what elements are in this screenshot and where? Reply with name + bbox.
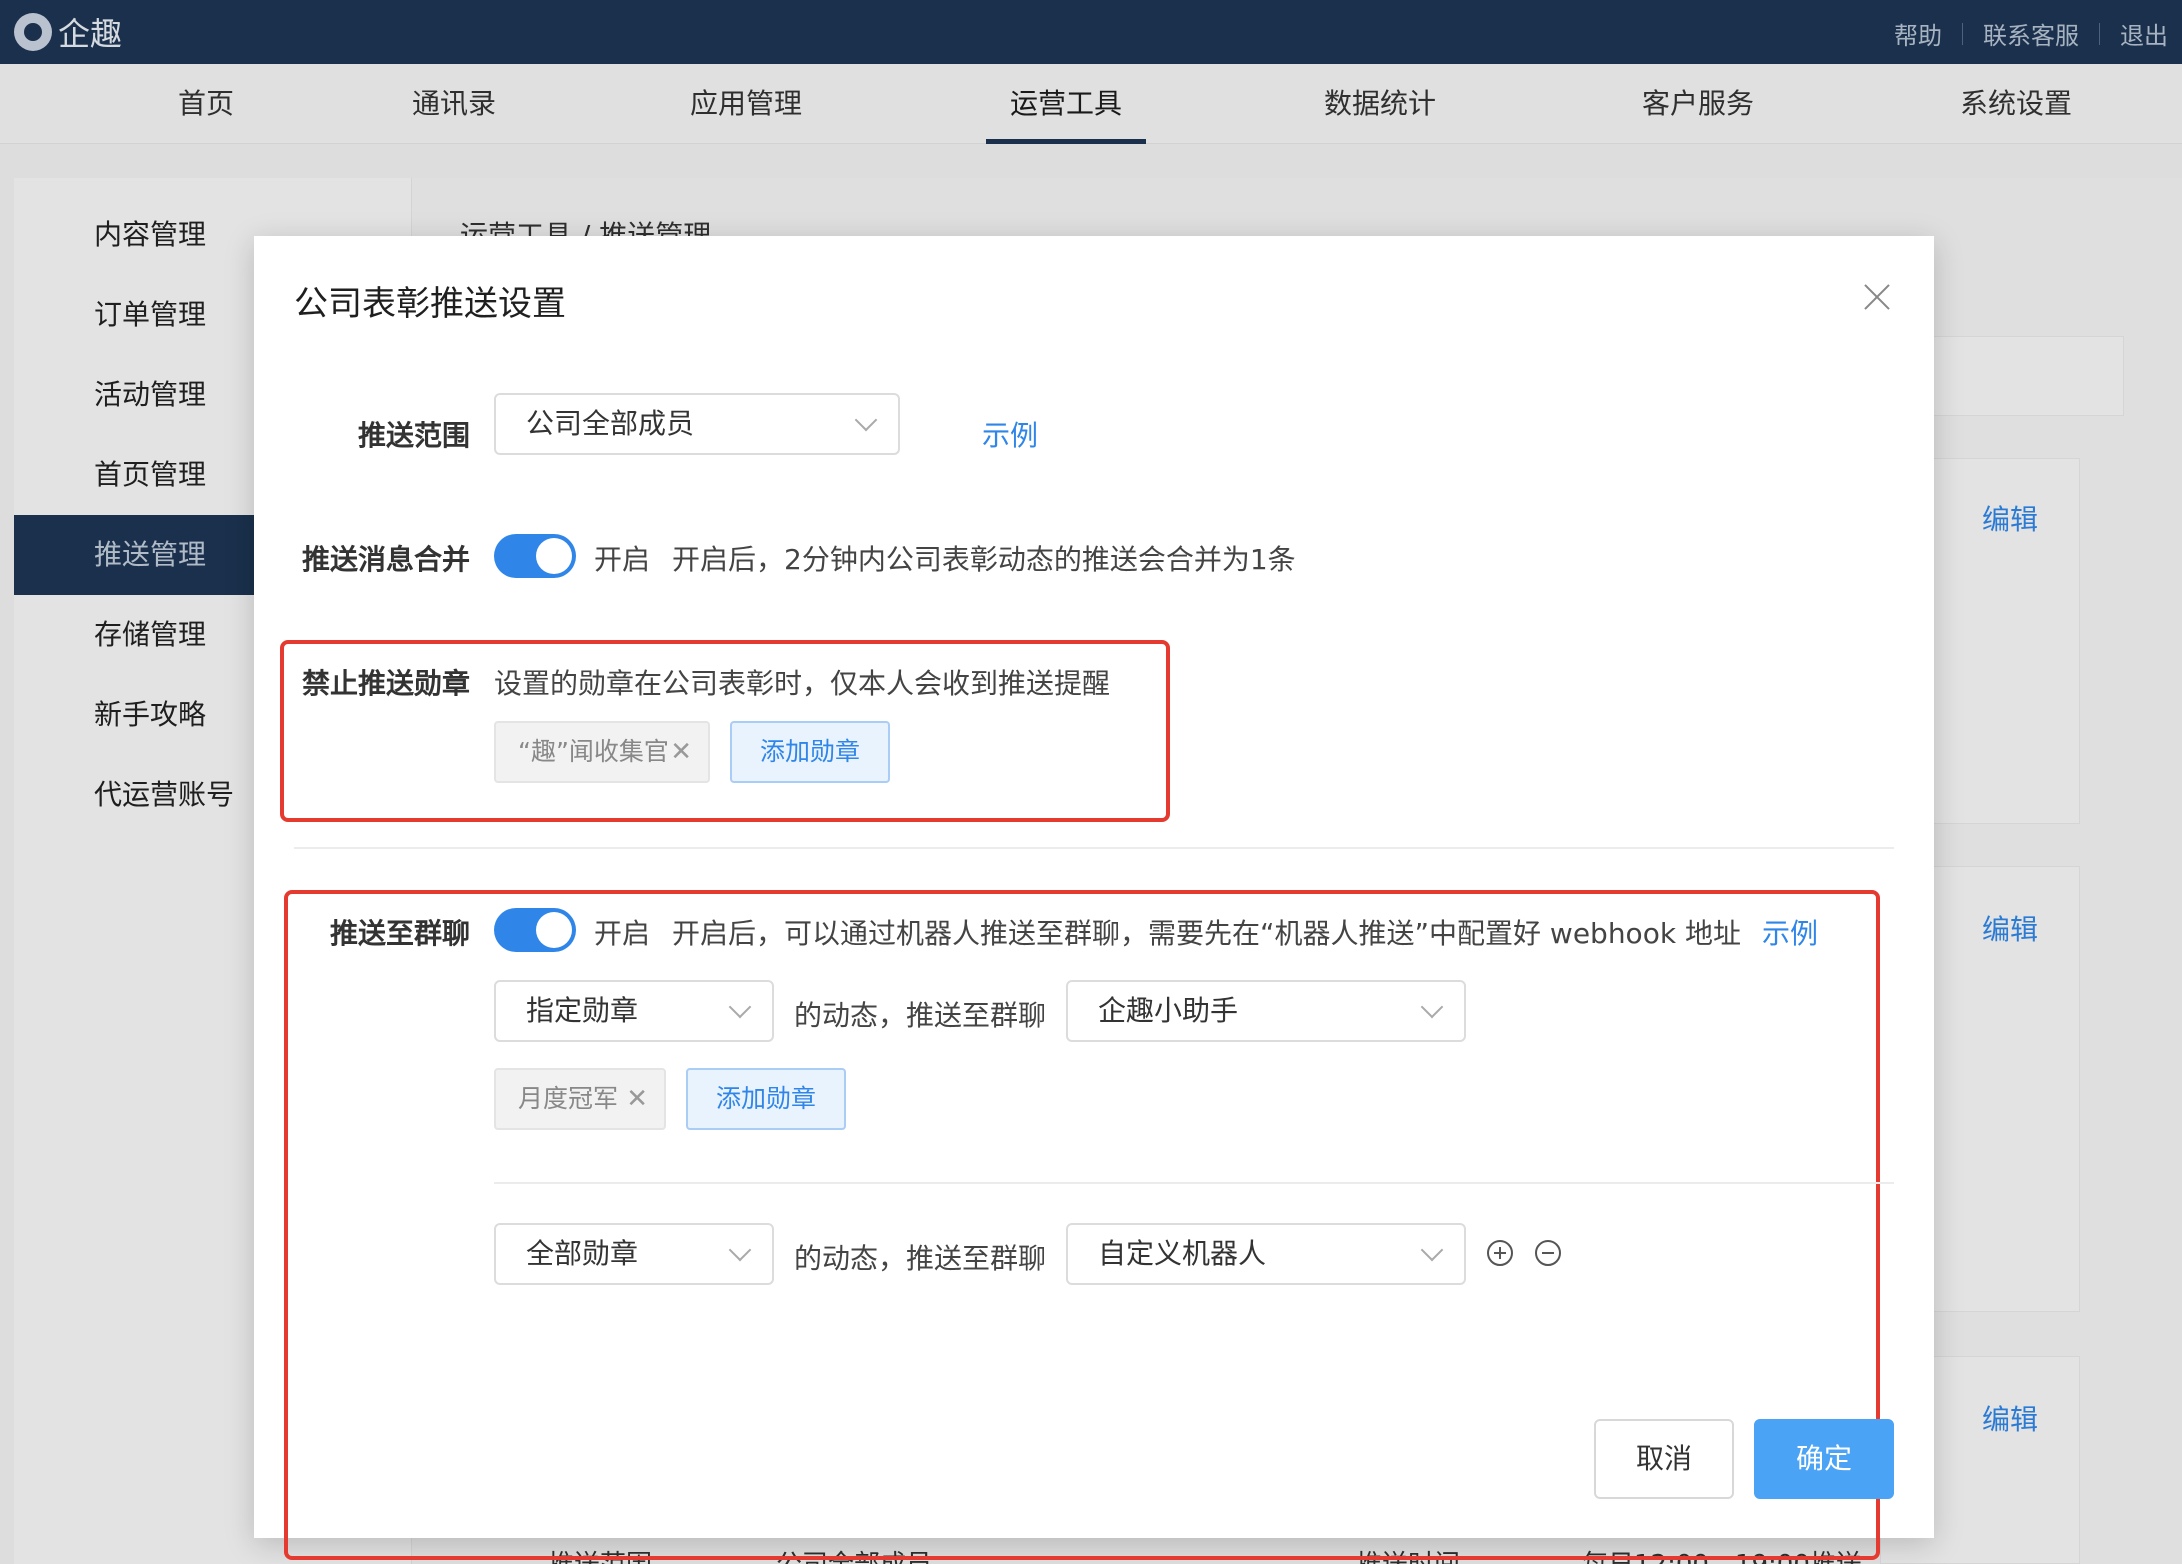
chevron-down-icon bbox=[1420, 995, 1444, 1019]
robot-value: 自定义机器人 bbox=[1098, 1237, 1267, 1270]
merge-label: 推送消息合并 bbox=[301, 543, 470, 576]
rule-divider bbox=[494, 1182, 1894, 1184]
chevron-down-icon bbox=[854, 408, 878, 432]
push-settings-modal: 公司表彰推送设置 推送范围 公司全部成员 示例 推送消息合并 开启 开启后，2分… bbox=[254, 236, 1934, 1560]
add-badge-button[interactable]: 添加勋章 bbox=[730, 721, 890, 783]
badge-tag: 月度冠军 ✕ bbox=[494, 1068, 666, 1130]
remove-rule-icon[interactable] bbox=[1535, 1240, 1561, 1266]
group-push-state: 开启 bbox=[594, 917, 651, 950]
section-divider bbox=[294, 847, 1894, 849]
forbid-badge-description: 设置的勋章在公司表彰时，仅本人会收到推送提醒 bbox=[494, 667, 1111, 700]
remove-tag-icon[interactable]: ✕ bbox=[670, 723, 692, 781]
chevron-down-icon bbox=[728, 1238, 752, 1262]
rule-connector-text: 的动态，推送至群聊 bbox=[794, 999, 1047, 1032]
group-push-description: 开启后，可以通过机器人推送至群聊，需要先在“机器人推送”中配置好 webhook… bbox=[672, 917, 1741, 950]
modal-title: 公司表彰推送设置 bbox=[294, 284, 566, 324]
rule-connector-text: 的动态，推送至群聊 bbox=[794, 1242, 1047, 1275]
toggle-knob bbox=[536, 538, 572, 574]
merge-toggle[interactable] bbox=[494, 534, 576, 578]
merge-state: 开启 bbox=[594, 543, 651, 576]
remove-tag-icon[interactable]: ✕ bbox=[626, 1070, 648, 1128]
badge-tag-label: 月度冠军 bbox=[518, 1084, 619, 1113]
confirm-button[interactable]: 确定 bbox=[1754, 1419, 1894, 1499]
group-push-label: 推送至群聊 bbox=[329, 917, 470, 950]
group-push-example-link[interactable]: 示例 bbox=[1762, 912, 1818, 952]
forbid-badge-label: 禁止推送勋章 bbox=[301, 667, 470, 700]
chevron-down-icon bbox=[728, 995, 752, 1019]
scope-example-link[interactable]: 示例 bbox=[982, 414, 1038, 454]
robot-value: 企趣小助手 bbox=[1098, 994, 1239, 1027]
scope-value: 公司全部成员 bbox=[526, 407, 695, 440]
robot-select[interactable]: 企趣小助手 bbox=[1066, 980, 1466, 1042]
merge-description: 开启后，2分钟内公司表彰动态的推送会合并为1条 bbox=[672, 543, 1296, 576]
robot-select[interactable]: 自定义机器人 bbox=[1066, 1223, 1466, 1285]
badge-scope-select[interactable]: 指定勋章 bbox=[494, 980, 774, 1042]
scope-select[interactable]: 公司全部成员 bbox=[494, 393, 900, 455]
badge-tag: “趣”闻收集官 ✕ bbox=[494, 721, 710, 783]
chevron-down-icon bbox=[1420, 1238, 1444, 1262]
cancel-button[interactable]: 取消 bbox=[1594, 1419, 1734, 1499]
badge-scope-select[interactable]: 全部勋章 bbox=[494, 1223, 774, 1285]
close-icon[interactable] bbox=[1862, 282, 1892, 312]
add-badge-button[interactable]: 添加勋章 bbox=[686, 1068, 846, 1130]
badge-tag-label: “趣”闻收集官 bbox=[518, 737, 669, 766]
scope-label: 推送范围 bbox=[357, 419, 470, 452]
group-push-toggle[interactable] bbox=[494, 908, 576, 952]
badge-scope-value: 指定勋章 bbox=[526, 994, 639, 1027]
toggle-knob bbox=[536, 912, 572, 948]
add-rule-icon[interactable] bbox=[1487, 1240, 1513, 1266]
badge-scope-value: 全部勋章 bbox=[526, 1237, 639, 1270]
